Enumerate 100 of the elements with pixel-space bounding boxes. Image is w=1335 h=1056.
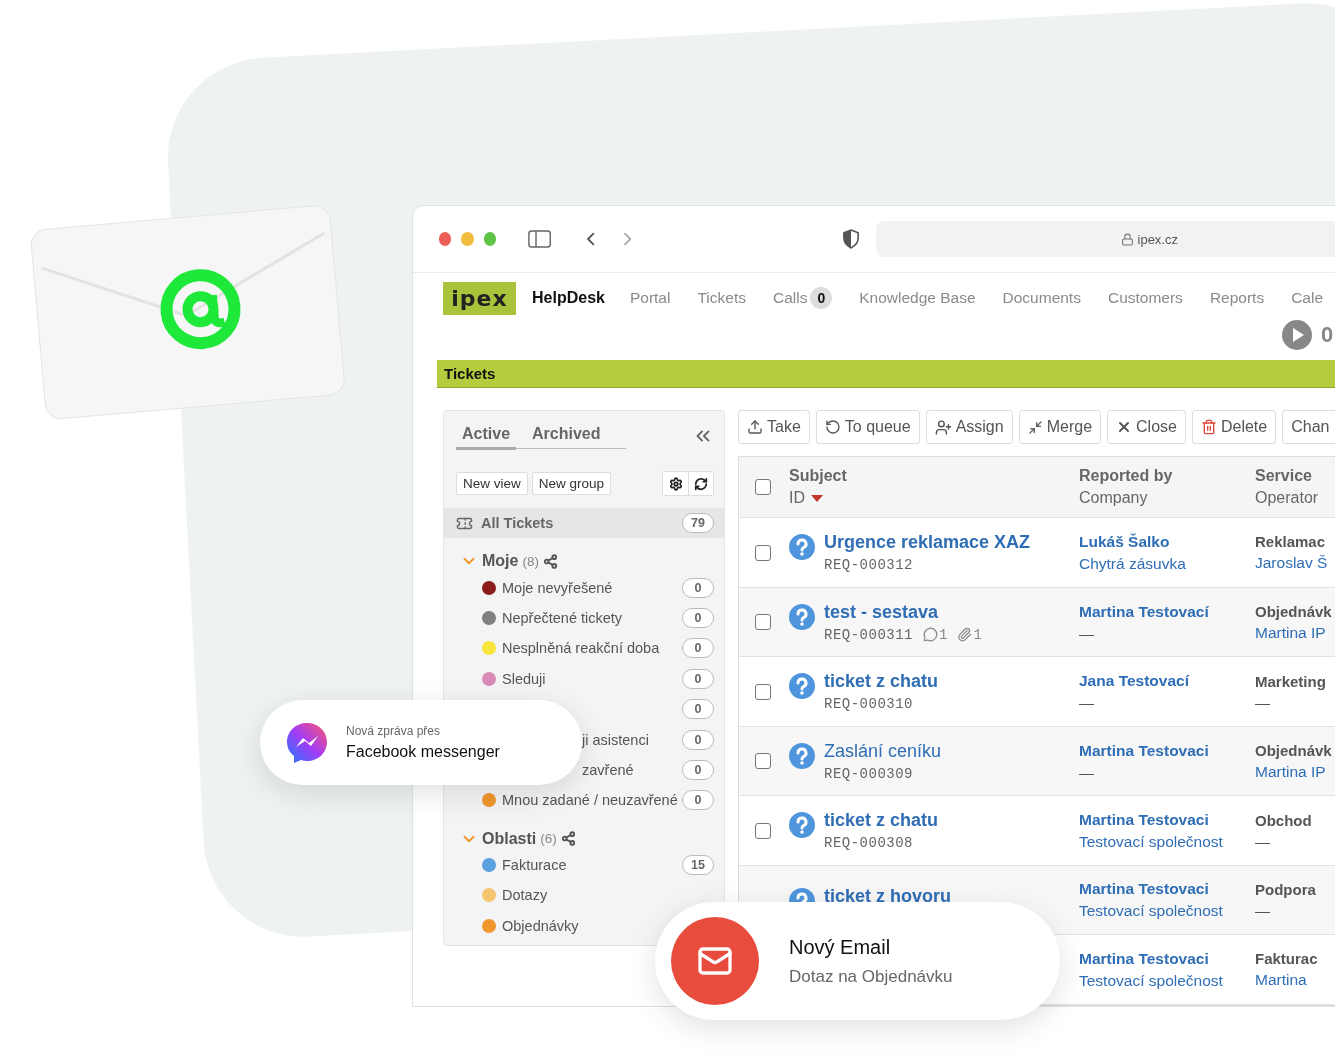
toolbar-button[interactable]: Chan <box>1282 410 1335 445</box>
reporter-name[interactable]: Martina Testovaci <box>1079 880 1255 899</box>
view-label[interactable]: Fakturace <box>502 856 567 873</box>
view-tab[interactable]: Active <box>456 423 517 451</box>
sort-down-icon[interactable] <box>811 495 823 502</box>
shield-icon[interactable] <box>843 228 860 250</box>
refresh-icon <box>694 477 708 491</box>
sidebar-button[interactable]: New view <box>456 472 528 496</box>
view-label[interactable]: ji asistenci <box>582 731 649 748</box>
ticket-subject[interactable]: Urgence reklamace XAZ <box>824 532 1031 554</box>
row-checkbox[interactable] <box>755 614 771 631</box>
column-title[interactable]: Subject <box>789 467 1079 486</box>
operator-link[interactable]: Jaroslav Š <box>1255 554 1335 573</box>
nav-link[interactable]: Calls 0 <box>772 287 833 310</box>
toolbar-button[interactable]: Merge <box>1018 410 1102 445</box>
nav-link[interactable]: Cale <box>1291 289 1324 308</box>
ticket-subject[interactable]: test - sestava <box>824 601 982 623</box>
all-tickets-row[interactable]: All Tickets 79 <box>444 508 724 539</box>
help-icon <box>789 673 815 700</box>
address-bar[interactable]: ipex.cz <box>875 221 1335 257</box>
close-window-dot[interactable] <box>439 232 452 246</box>
ipex-logo[interactable]: ipex <box>443 281 516 315</box>
group-name: Moje <box>482 552 519 571</box>
refresh-button[interactable] <box>688 472 713 496</box>
play-icon[interactable] <box>1281 318 1313 351</box>
count-pill: 15 <box>682 854 714 875</box>
view-label[interactable]: Objednávky <box>502 917 579 934</box>
select-all-checkbox[interactable] <box>755 479 771 496</box>
reporter-name[interactable]: Martina Testovaci <box>1079 949 1255 968</box>
count-pill: 0 <box>682 608 714 629</box>
lock-icon <box>1120 232 1134 246</box>
all-tickets-label: All Tickets <box>481 515 554 532</box>
sidebar-toggle-icon[interactable] <box>528 229 552 249</box>
player-count: 0 <box>1321 321 1334 348</box>
row-checkbox[interactable] <box>755 753 771 770</box>
ticket-subject[interactable]: ticket z chatu <box>824 810 939 832</box>
view-label[interactable]: Sleduji <box>502 670 546 687</box>
operator-cell-text: — <box>1255 902 1271 920</box>
operator-cell-text: — <box>1255 693 1271 711</box>
toolbar-button[interactable]: Delete <box>1191 410 1277 445</box>
company-link[interactable]: Testovací společnost <box>1079 902 1255 921</box>
view-label[interactable]: Mnou zadané / neuzavřené <box>502 792 678 809</box>
toolbar-button[interactable]: Assign <box>925 410 1013 445</box>
view-label[interactable]: Nepřečtené tickety <box>502 610 623 627</box>
ticket-id: REQ-000308 <box>824 835 913 852</box>
column-subtitle[interactable]: Company <box>1079 489 1148 508</box>
nav-link[interactable]: Tickets <box>697 289 746 308</box>
reporter-name[interactable]: Martina Testovaci <box>1079 810 1255 829</box>
group-name: Oblasti <box>482 829 537 848</box>
share-icon[interactable] <box>542 554 558 569</box>
nav-link[interactable]: Reports <box>1209 289 1265 308</box>
count-pill: 0 <box>682 699 714 720</box>
paperclip-icon <box>957 627 973 643</box>
gear-icon <box>668 477 683 491</box>
minimize-window-dot[interactable] <box>461 232 474 246</box>
view-label[interactable]: Nesplněná reakční doba <box>502 640 660 657</box>
nav-link[interactable]: Knowledge Base <box>859 289 976 308</box>
column-subtitle[interactable]: ID <box>789 489 805 508</box>
share-icon[interactable] <box>560 831 576 847</box>
company-cell-text: — <box>1079 763 1095 781</box>
column-title[interactable]: Service <box>1255 467 1335 486</box>
view-label[interactable]: Dotazy <box>502 887 548 904</box>
toolbar-button[interactable]: Close <box>1107 410 1186 445</box>
row-checkbox[interactable] <box>755 822 771 839</box>
reporter-name[interactable]: Martina Testovaci <box>1079 741 1255 760</box>
section-title: Tickets <box>437 360 1335 389</box>
view-label[interactable]: zavřené <box>582 762 634 778</box>
operator-link[interactable]: Martina <box>1255 971 1335 990</box>
reporter-name[interactable]: Jana Testovací <box>1079 672 1255 691</box>
nav-link[interactable]: Portal <box>629 289 671 308</box>
group-count: (8) <box>522 554 539 569</box>
ticket-subject[interactable]: ticket z chatu <box>824 671 939 693</box>
reporter-name[interactable]: Martina Testovací <box>1079 602 1255 621</box>
email-notification[interactable]: Nový Email Dotaz na Objednávku <box>655 902 1060 1020</box>
toolbar-button[interactable]: To queue <box>815 410 920 445</box>
user-plus-icon <box>934 419 952 436</box>
sidebar-button[interactable]: New group <box>531 472 612 496</box>
company-link[interactable]: Testovací společnost <box>1079 832 1255 851</box>
company-link[interactable]: Testovací společnost <box>1079 971 1255 990</box>
company-link[interactable]: Chytrá zásuvka <box>1079 554 1255 573</box>
view-label[interactable]: Moje nevyřešené <box>502 579 613 596</box>
operator-link[interactable]: Martina IP <box>1255 623 1335 642</box>
column-title[interactable]: Reported by <box>1079 467 1255 486</box>
service-cell-text: Objednávk <box>1255 602 1333 620</box>
maximize-window-dot[interactable] <box>483 232 497 246</box>
toolbar-button[interactable]: Take <box>738 410 810 445</box>
reporter-name[interactable]: Lukáš Šalko <box>1079 532 1255 551</box>
row-checkbox[interactable] <box>755 544 771 561</box>
ticket-subject[interactable]: Zaslání ceníku <box>824 740 942 762</box>
ticket-id: REQ-000311 <box>824 626 913 643</box>
operator-link[interactable]: Martina IP <box>1255 762 1335 781</box>
nav-link[interactable]: Customers <box>1107 289 1183 308</box>
column-subtitle[interactable]: Operator <box>1255 489 1319 508</box>
url-text: ipex.cz <box>1137 231 1178 247</box>
row-checkbox[interactable] <box>755 683 771 700</box>
count-pill: 0 <box>682 790 714 811</box>
service-cell-text: Obchod <box>1255 811 1313 829</box>
view-tab[interactable]: Archived <box>526 423 607 451</box>
nav-link[interactable]: Documents <box>1002 289 1081 308</box>
messenger-notification[interactable]: Nová zpráva přes Facebook messenger <box>260 700 582 785</box>
